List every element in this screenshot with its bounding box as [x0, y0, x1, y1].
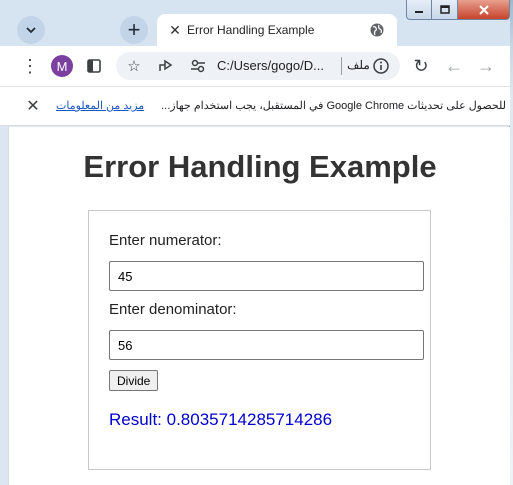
close-tab-icon[interactable]: ✕ — [167, 22, 183, 39]
side-panel-icon — [87, 59, 101, 73]
minimize-button[interactable] — [406, 0, 432, 20]
close-window-button[interactable] — [458, 0, 510, 20]
division-form: Enter numerator: Enter denominator: Divi… — [88, 210, 431, 470]
window-controls — [406, 0, 510, 20]
globe-icon — [370, 23, 384, 37]
numerator-input[interactable] — [109, 261, 424, 291]
denominator-label: Enter denominator: — [109, 301, 237, 318]
bookmark-star-icon[interactable]: ☆ — [124, 56, 144, 76]
profile-avatar[interactable]: M — [51, 55, 73, 77]
page-viewport: Error Handling Example Enter numerator: … — [8, 127, 510, 485]
tab-error-handling[interactable]: ✕ Error Handling Example — [157, 14, 397, 46]
divide-button[interactable]: Divide — [109, 370, 159, 391]
address-bar[interactable]: ☆ C:/Users/gogo/D... ملف — [116, 52, 400, 80]
close-icon — [478, 4, 489, 15]
site-settings-icon[interactable] — [188, 56, 208, 76]
address-divider — [341, 57, 342, 75]
browser-toolbar: ⋮ M ☆ C:/Users/gogo/D... ملف ↻ ← → — [0, 46, 510, 86]
denominator-input[interactable] — [109, 330, 424, 360]
menu-dots-icon[interactable]: ⋮ — [19, 55, 41, 77]
share-icon[interactable] — [156, 56, 176, 76]
update-info-bar: ✕ مزيد من المعلومات للحصول على تحديثات G… — [0, 86, 510, 126]
close-infobar-icon[interactable]: ✕ — [24, 97, 42, 115]
url-text: C:/Users/gogo/D... — [217, 58, 324, 73]
reload-icon[interactable]: ↻ — [410, 55, 432, 77]
browser-window: + ✕ Error Handling Example ⋮ M ☆ C:/User… — [0, 0, 510, 485]
side-panel-button[interactable] — [83, 55, 105, 77]
chevron-down-icon — [26, 27, 36, 34]
tab-title: Error Handling Example — [187, 23, 315, 37]
plus-icon: + — [127, 17, 141, 42]
scheme-label: ملف — [347, 58, 370, 72]
infobar-message: للحصول على تحديثات Google Chrome في المس… — [161, 100, 506, 112]
forward-arrow-icon[interactable]: → — [475, 55, 497, 77]
new-tab-button[interactable]: + — [120, 16, 148, 44]
numerator-label: Enter numerator: — [109, 232, 222, 249]
tab-strip: + ✕ Error Handling Example — [0, 0, 510, 46]
info-icon[interactable] — [372, 57, 390, 75]
minimize-icon — [415, 10, 423, 13]
maximize-button[interactable] — [432, 0, 458, 20]
more-info-link[interactable]: مزيد من المعلومات — [56, 99, 144, 112]
back-arrow-icon[interactable]: ← — [443, 55, 465, 77]
tab-search-button[interactable] — [17, 16, 45, 44]
maximize-icon — [439, 5, 450, 14]
page-title: Error Handling Example — [83, 149, 437, 184]
result-text: Result: 0.8035714285714286 — [109, 410, 333, 429]
